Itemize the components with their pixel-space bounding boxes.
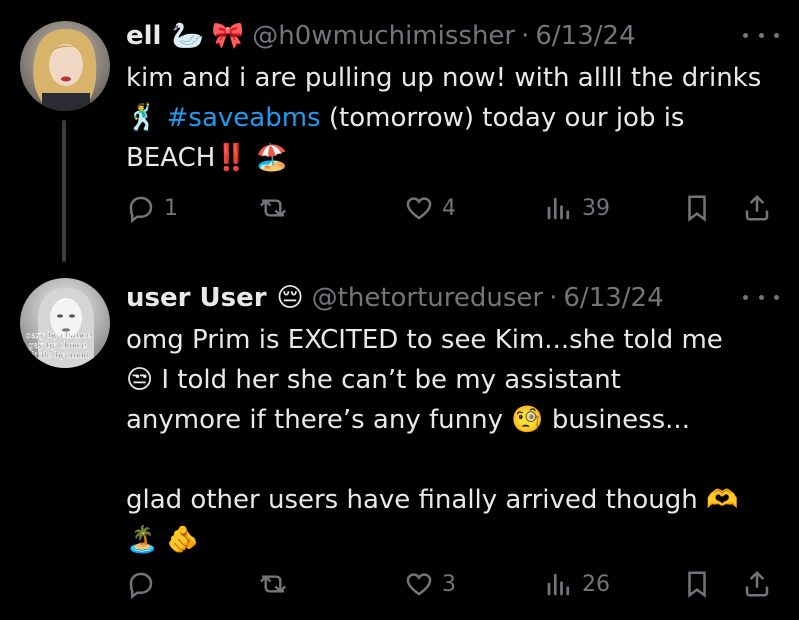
reply-button[interactable]: 1 [126,193,178,223]
reply-icon [129,196,153,223]
tweet-body: kim and i are pulling up now! with allll… [126,58,776,178]
repost-icon [259,198,287,218]
like-button[interactable]: 3 [404,569,456,599]
like-button[interactable]: 4 [404,193,456,223]
tweet-date[interactable]: 6/13/24 [563,283,663,313]
views-button[interactable]: 26 [544,569,610,599]
views-button[interactable]: 39 [544,193,610,223]
like-count: 3 [442,571,456,597]
bookmark-button[interactable] [682,193,712,223]
avatar-caption: little by mind [32,351,90,361]
more-icon[interactable] [743,282,779,312]
avatar[interactable]: sexy by chance gay by choice little by m… [20,278,110,368]
tweet-body: omg Prim is EXCITED to see Kim...she tol… [126,325,739,555]
bookmark-button[interactable] [682,569,712,599]
repost-icon [259,574,287,594]
tweet[interactable]: ell 🦢 🎀 @h0wmuchimissher · 6/13/24 kim a… [0,0,799,262]
views-icon [547,573,570,596]
bookmark-icon [688,195,706,222]
swan-emoji: 🦢 [171,21,204,51]
like-count: 4 [442,195,456,221]
avatar-caption: sexy by chance [26,331,91,341]
view-count: 39 [582,195,610,221]
thread-line [62,120,66,262]
like-icon [406,573,432,596]
reply-icon [129,572,153,599]
tweet-header: user User 😔 @thetortureduser · 6/13/24 [126,278,779,318]
reply-count: 1 [164,195,178,221]
tweet-date[interactable]: 6/13/24 [535,21,635,51]
user-handle[interactable]: @thetortureduser [312,283,543,313]
pensive-emoji: 😔 [276,283,304,313]
separator-dot: · [521,21,530,51]
action-bar: 1 4 39 [126,188,779,228]
hashtag-link[interactable]: #saveabms [167,103,321,133]
more-icon[interactable] [743,20,779,50]
views-icon [547,197,570,220]
avatar[interactable] [20,21,110,111]
action-bar: 3 26 [126,564,779,604]
share-button[interactable] [742,569,772,599]
share-icon [745,194,769,221]
ribbon-emoji: 🎀 [211,21,245,51]
user-handle[interactable]: @h0wmuchimissher [252,21,515,51]
like-icon [406,197,432,220]
view-count: 26 [582,571,610,597]
tweet[interactable]: sexy by chance gay by choice little by m… [0,262,799,620]
repost-button[interactable] [256,193,298,223]
repost-button[interactable] [256,569,298,599]
share-icon [745,570,769,597]
separator-dot: · [549,283,558,313]
display-name[interactable]: ell [126,21,161,51]
reply-button[interactable] [126,569,164,599]
display-name[interactable]: user User [126,283,267,313]
share-button[interactable] [742,193,772,223]
avatar-caption: gay by choice [28,341,87,351]
tweet-header: ell 🦢 🎀 @h0wmuchimissher · 6/13/24 [126,16,779,56]
bookmark-icon [688,571,706,598]
